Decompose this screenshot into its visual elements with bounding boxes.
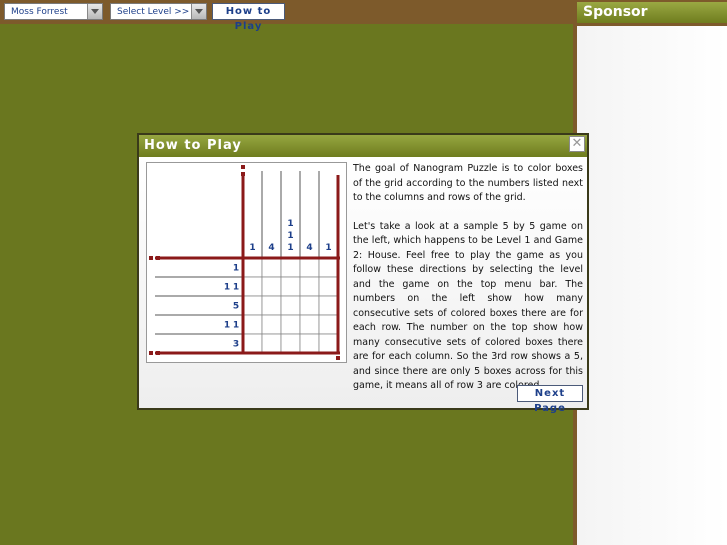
column-clue: 1 <box>249 243 255 253</box>
instructions-paragraph-2: Let's take a look at a sample 5 by 5 gam… <box>353 220 583 392</box>
grid-cell[interactable] <box>318 276 339 297</box>
grid-cell[interactable] <box>299 314 320 335</box>
grid-cell[interactable] <box>318 257 339 278</box>
player-select[interactable]: Moss Forrest <box>4 3 103 20</box>
sponsor-title: Sponsor <box>577 2 727 23</box>
grid-cell[interactable] <box>242 276 263 297</box>
grid-cell[interactable] <box>280 314 301 335</box>
grid-cell[interactable] <box>280 257 301 278</box>
frame-marker <box>241 165 245 169</box>
column-clue: 1 <box>287 231 293 241</box>
grid-cell[interactable] <box>280 333 301 354</box>
grid-cell[interactable] <box>261 257 282 278</box>
chevron-down-icon[interactable] <box>191 4 206 19</box>
dialog-body: 14111411115113 The goal of Nanogram Puzz… <box>139 157 587 414</box>
how-to-play-button[interactable]: How to Play <box>212 3 285 32</box>
grid-cell[interactable] <box>280 276 301 297</box>
grid-cell[interactable] <box>242 333 263 354</box>
grid-cell[interactable] <box>299 257 320 278</box>
sponsor-content <box>577 26 727 545</box>
column-clue: 4 <box>268 243 274 253</box>
grid-cell[interactable] <box>299 333 320 354</box>
instructions-paragraph-1: The goal of Nanogram Puzzle is to color … <box>353 163 583 203</box>
puzzle-grid: 1 4111 4 111 151 13 <box>149 165 340 360</box>
column-clue: 4 <box>306 243 312 253</box>
grid-cell[interactable] <box>261 295 282 316</box>
sponsor-panel: Sponsor <box>573 0 727 545</box>
chevron-down-icon[interactable] <box>87 4 102 19</box>
frame-marker <box>336 356 340 360</box>
row-clue: 1 <box>233 283 239 293</box>
row-clue: 3 <box>233 340 239 350</box>
frame-marker <box>149 351 153 355</box>
row-clue: 1 <box>233 264 239 274</box>
row-clue: 1 <box>224 321 230 331</box>
grid-cell[interactable] <box>242 314 263 335</box>
dialog-title: How to Play <box>139 135 587 157</box>
sample-puzzle: 14111411115113 <box>146 162 347 363</box>
column-clue: 1 <box>325 243 331 253</box>
column-clue: 1 <box>287 243 293 253</box>
level-select[interactable]: Select Level >> <box>110 3 207 20</box>
how-to-play-dialog: How to Play ✕ 14111411115113 The goal of… <box>137 133 589 414</box>
frame-marker <box>241 172 245 176</box>
grid-cell[interactable] <box>242 295 263 316</box>
row-clue: 1 <box>233 321 239 331</box>
grid-cell[interactable] <box>299 295 320 316</box>
frame-marker <box>156 256 160 260</box>
column-clue: 1 <box>287 219 293 229</box>
next-page-button[interactable]: Next Page <box>517 385 583 414</box>
row-clue: 1 <box>224 283 230 293</box>
grid-cell[interactable] <box>280 295 301 316</box>
frame-marker <box>149 256 153 260</box>
grid-cell[interactable] <box>261 333 282 354</box>
grid-cell[interactable] <box>318 295 339 316</box>
level-select-value: Select Level >> <box>117 7 190 17</box>
player-select-value: Moss Forrest <box>11 7 68 17</box>
grid-cell[interactable] <box>299 276 320 297</box>
grid-cell[interactable] <box>261 314 282 335</box>
instructions-text: The goal of Nanogram Puzzle is to color … <box>353 162 583 408</box>
grid-cell[interactable] <box>318 333 339 354</box>
grid-cell[interactable] <box>261 276 282 297</box>
frame-marker <box>156 351 160 355</box>
close-icon[interactable]: ✕ <box>569 136 585 152</box>
row-clue: 5 <box>233 302 239 312</box>
grid-cell[interactable] <box>318 314 339 335</box>
top-menu-bar: Moss Forrest Select Level >> How to Play <box>0 0 573 32</box>
grid-cell[interactable] <box>242 257 263 278</box>
